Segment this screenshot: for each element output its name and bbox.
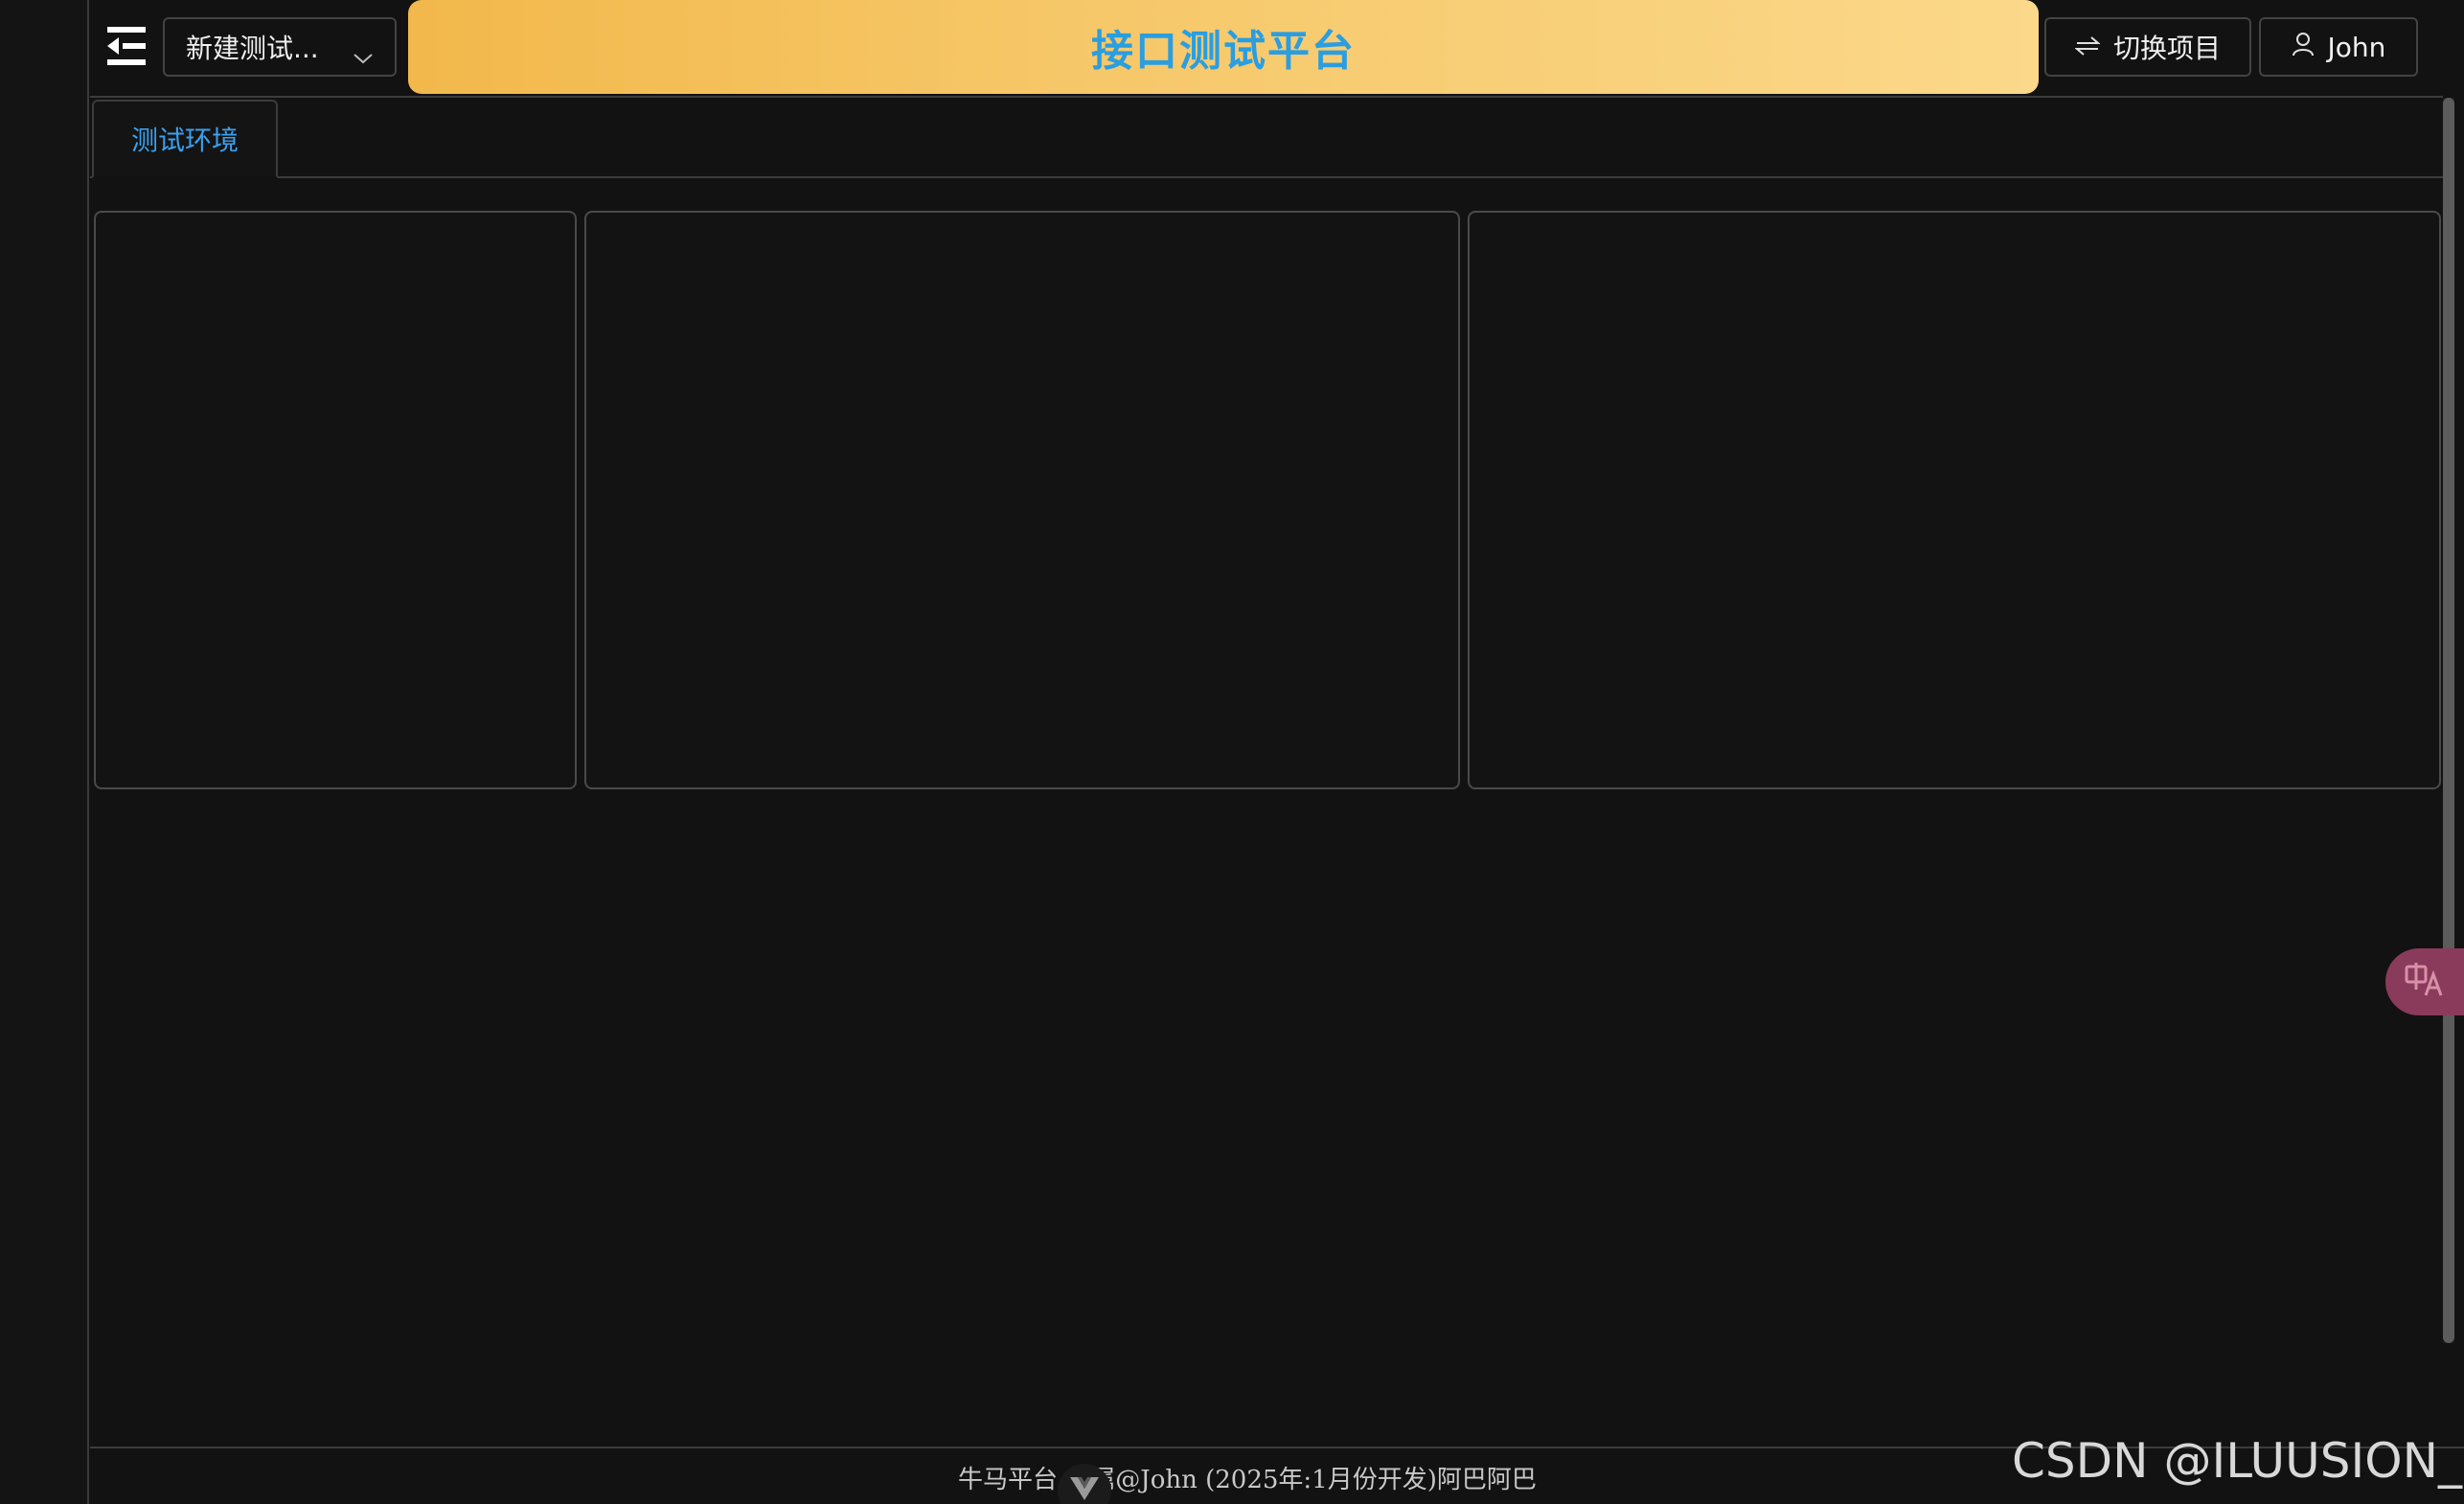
title-banner: 接口测试平台 (408, 0, 2039, 94)
scrollbar-thumb[interactable] (2443, 98, 2454, 1343)
vertical-scrollbar[interactable] (2443, 98, 2454, 1343)
chevron-down-icon (353, 40, 374, 64)
translate-floating-button[interactable] (2385, 948, 2464, 1015)
page-title: 接口测试平台 (1091, 27, 1356, 76)
swap-icon (2074, 32, 2101, 63)
content-panel-left (94, 211, 577, 789)
vue-logo-icon (1070, 1477, 1099, 1504)
main-area: 新建测试... 接口测试平台 切换项目 John 测试环境 牛马平台 归属@Jo… (90, 0, 2464, 1504)
tab-bar: 测试环境 (90, 100, 2443, 178)
top-header: 新建测试... 接口测试平台 切换项目 John (90, 0, 2443, 98)
content-panel-middle (584, 211, 1460, 789)
footer-text: 牛马平台 归属@John (2025年:1月份开发)阿巴阿巴 (958, 1466, 1537, 1494)
tab-test-environment[interactable]: 测试环境 (92, 100, 278, 178)
project-select[interactable]: 新建测试... (163, 17, 397, 77)
user-name: John (2327, 31, 2386, 63)
switch-project-button[interactable]: 切换项目 (2044, 17, 2251, 77)
left-sidebar (0, 0, 89, 1504)
menu-toggle-button[interactable] (103, 25, 149, 67)
user-menu-button[interactable]: John (2259, 17, 2418, 77)
content-panel-right (1468, 211, 2441, 789)
user-icon (2292, 32, 2315, 63)
app-root: 新建测试... 接口测试平台 切换项目 John 测试环境 牛马平台 归属@Jo… (0, 0, 2464, 1504)
translate-icon (2405, 963, 2443, 1001)
watermark: CSDN @ILUUSION_S (2012, 1433, 2464, 1489)
switch-project-label: 切换项目 (2112, 33, 2221, 64)
menu-fold-icon (103, 25, 149, 67)
project-select-value: 新建测试... (186, 33, 319, 64)
